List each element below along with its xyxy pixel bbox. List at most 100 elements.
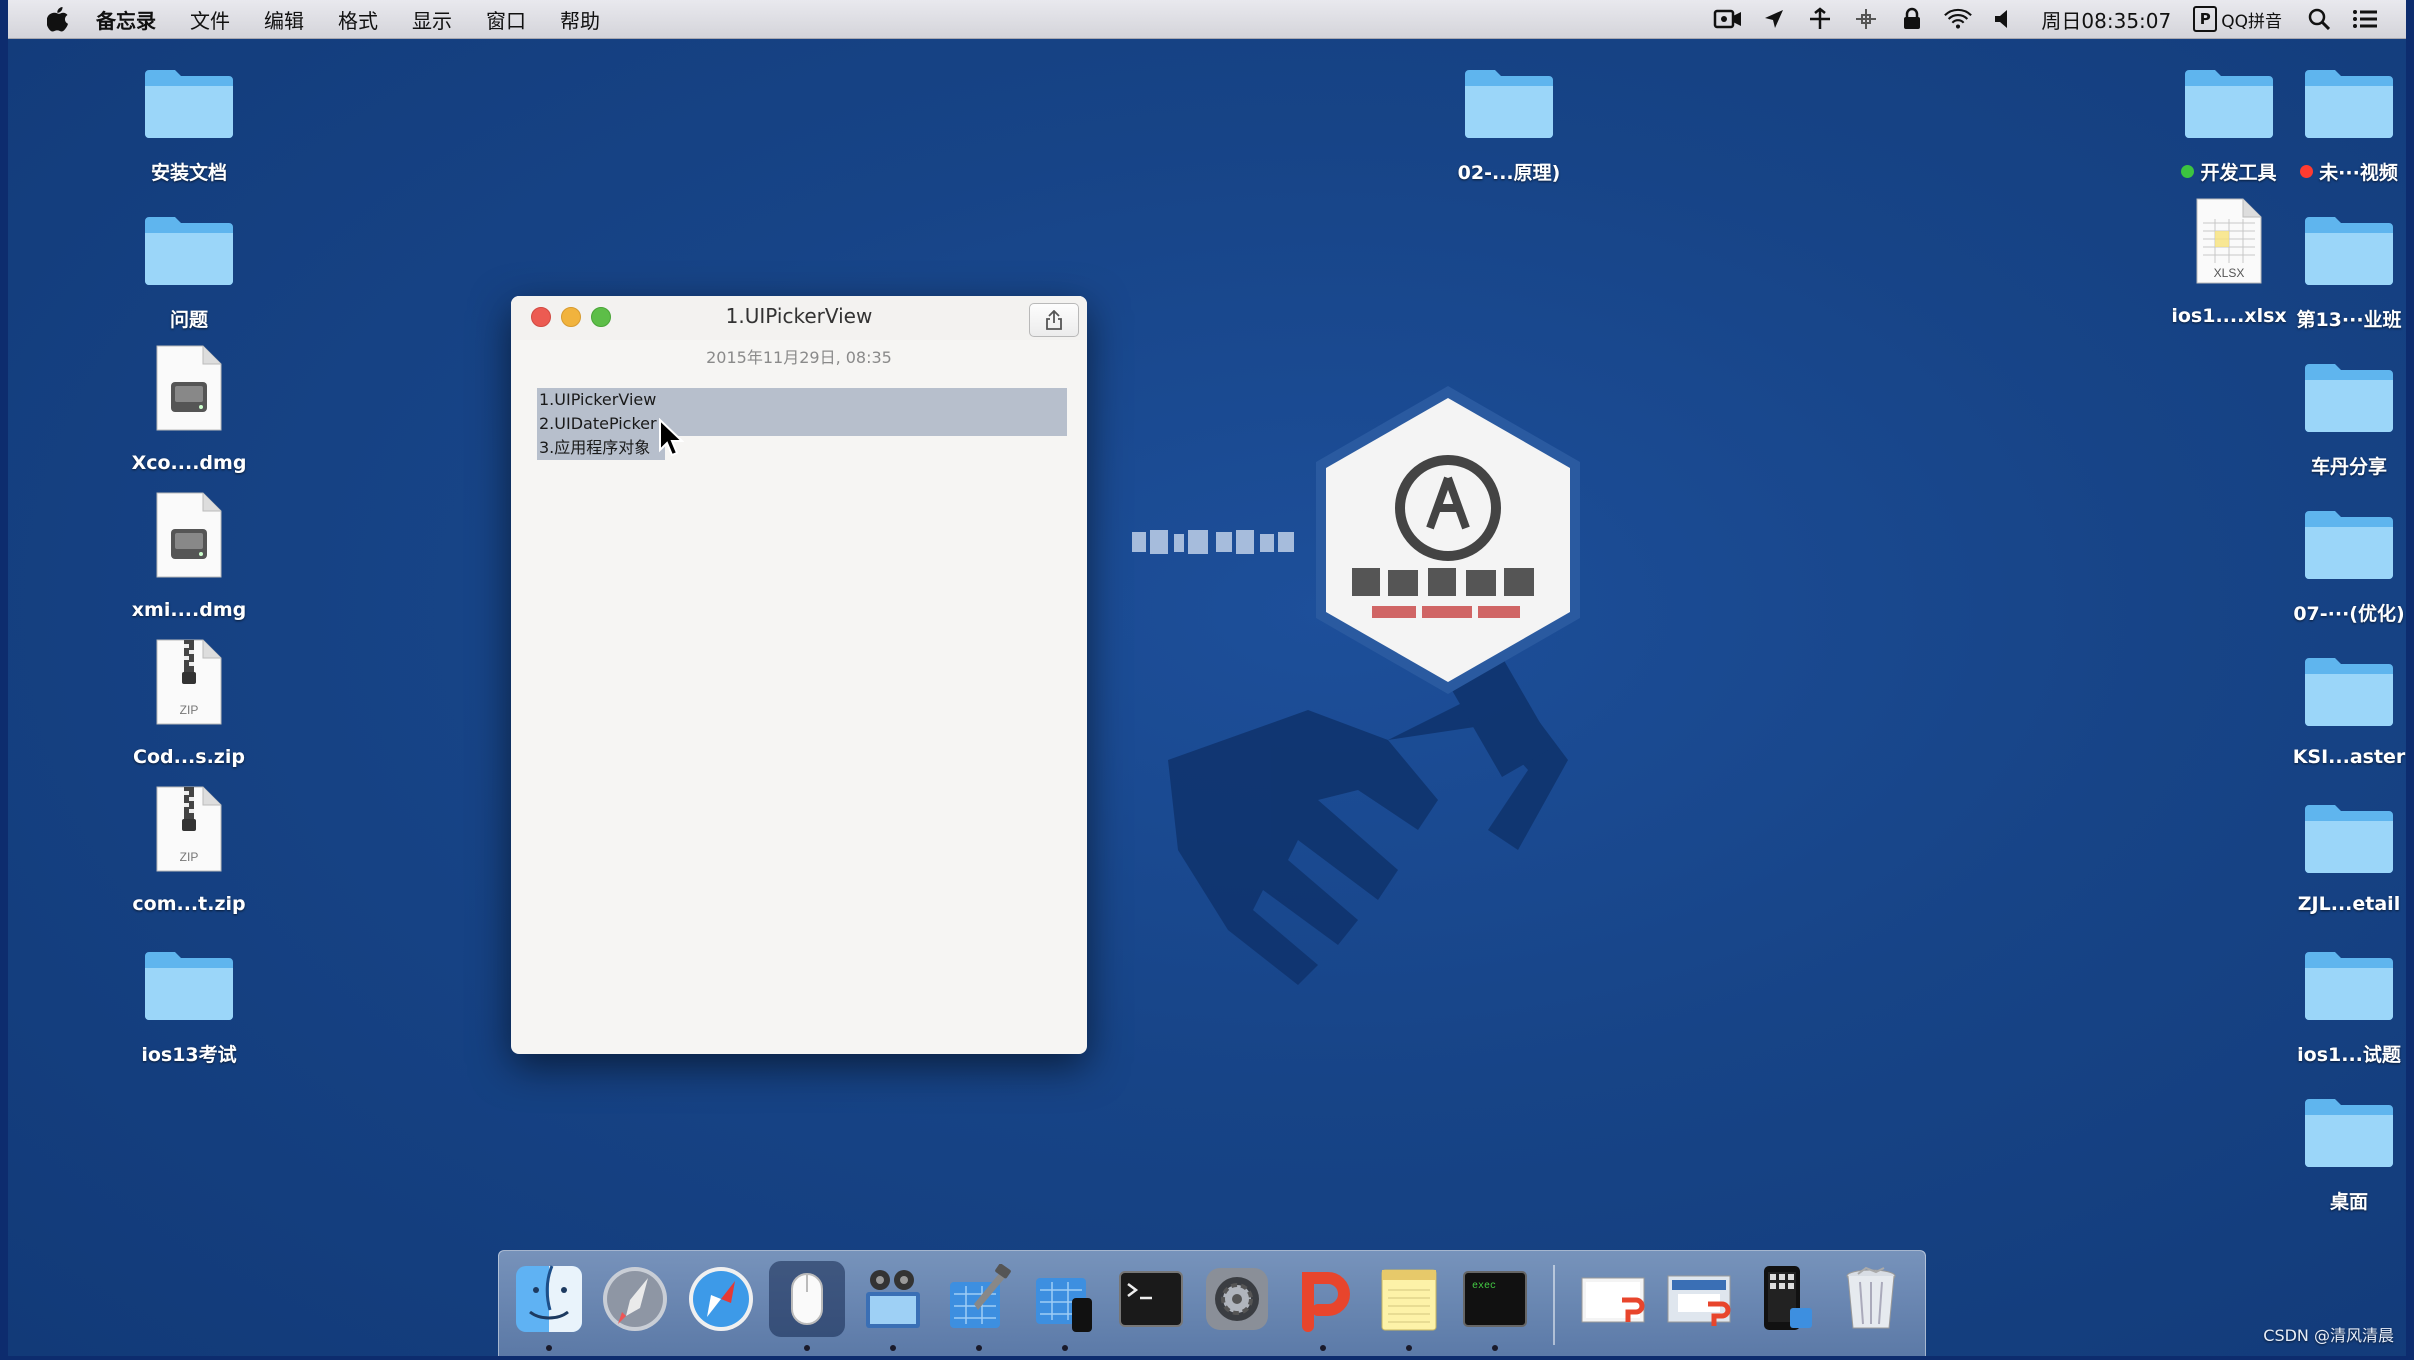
preview-document-icon[interactable] (1575, 1261, 1651, 1337)
menu-format[interactable]: 格式 (338, 5, 378, 34)
spotlight-search-icon[interactable] (2304, 6, 2334, 32)
desktop-folder[interactable]: 02-...原理) (1434, 56, 1584, 185)
notes-window[interactable]: 1.UIPickerView 2015年11月29日, 08:35 1.UIPi… (511, 296, 1087, 1054)
folder-icon (2305, 805, 2393, 873)
folder-icon (2305, 1099, 2393, 1167)
trash-icon[interactable] (1833, 1261, 1909, 1337)
safari-icon[interactable] (683, 1261, 759, 1337)
folder-icon (2305, 217, 2393, 285)
wps-presentation-icon[interactable] (1285, 1261, 1361, 1351)
green-tag-icon (2181, 165, 2195, 178)
desktop-folder[interactable]: ios13考试 (114, 938, 264, 1067)
note-line[interactable]: 2.UIDatePicker (537, 412, 1067, 436)
desktop-dmg-file[interactable]: xmi....dmg (114, 492, 264, 621)
screen-record-icon[interactable] (1713, 6, 1743, 32)
location-arrow-icon[interactable] (1759, 6, 1789, 32)
plus-cross-icon[interactable] (1805, 6, 1835, 32)
desktop-folder[interactable]: ZJL...etail (2274, 791, 2406, 915)
finder-icon[interactable] (511, 1261, 587, 1351)
desktop-item-label-row: 未···视频 (2300, 158, 2398, 185)
menu-view[interactable]: 显示 (412, 5, 452, 34)
input-method-letter: P (2193, 6, 2218, 32)
desktop-folder[interactable]: 问题 (114, 203, 264, 332)
input-method-label: QQ拼音 (2221, 11, 2282, 32)
desktop[interactable]: 备忘录 文件 编辑 格式 显示 窗口 帮助 周日08:35:07 P QQ拼音 … (8, 0, 2406, 1356)
desktop-dmg-file[interactable]: Xco....dmg (114, 345, 264, 474)
desktop-zip-file[interactable]: ZIP com...t.zip (114, 786, 264, 915)
desktop-folder[interactable]: ios1...试题 (2274, 938, 2406, 1067)
desktop-folder[interactable]: 第13···业班 (2274, 203, 2406, 332)
running-indicator (976, 1345, 982, 1351)
desktop-item-label: 未···视频 (2319, 162, 2398, 184)
simulator-device-icon[interactable] (1747, 1261, 1823, 1337)
folder-icon (2305, 952, 2393, 1020)
input-method[interactable]: P QQ拼音 (2193, 6, 2282, 32)
share-icon (1046, 310, 1062, 330)
desktop-item-label: xmi....dmg (131, 599, 247, 621)
mouse-app-icon[interactable] (769, 1261, 845, 1351)
desktop-folder[interactable]: 车丹分享 (2274, 350, 2406, 479)
move-cross-icon[interactable] (1851, 6, 1881, 32)
desktop-item-label: ZJL...etail (2297, 893, 2401, 915)
notes-icon[interactable] (1371, 1261, 1447, 1351)
clock[interactable]: 周日08:35:07 (2041, 5, 2171, 34)
xlsx-badge-text: XLSX (2214, 266, 2245, 280)
desktop-zip-file[interactable]: ZIP Cod...s.zip (114, 639, 264, 768)
desktop-item-label: 02-...原理) (1457, 162, 1561, 184)
zip-badge-text: ZIP (180, 703, 199, 717)
note-text-editor[interactable]: 1.UIPickerView 2.UIDatePicker 3.应用程序对象 (537, 388, 1067, 460)
menu-bar: 备忘录 文件 编辑 格式 显示 窗口 帮助 周日08:35:07 P QQ拼音 (8, 0, 2406, 39)
desktop-item-label-row: 开发工具 (2181, 158, 2277, 185)
running-indicator (804, 1345, 810, 1351)
desktop-folder[interactable]: 未···视频 (2274, 56, 2406, 185)
desktop-item-label: com...t.zip (132, 893, 246, 915)
running-indicator (1492, 1345, 1498, 1351)
desktop-item-label: 开发工具 (2200, 162, 2277, 184)
photo-booth-icon[interactable] (855, 1261, 931, 1351)
desktop-folder[interactable]: 07-···(优化) (2274, 497, 2406, 626)
menu-help[interactable]: 帮助 (560, 5, 600, 34)
running-indicator (890, 1345, 896, 1351)
menu-edit[interactable]: 编辑 (264, 5, 304, 34)
volume-icon[interactable] (1989, 6, 2019, 32)
desktop-item-label: Xco....dmg (131, 452, 247, 474)
wifi-icon[interactable] (1943, 6, 1973, 32)
running-indicator (1320, 1345, 1326, 1351)
folder-icon (1465, 70, 1553, 138)
notification-center-icon[interactable] (2350, 6, 2380, 32)
menu-window[interactable]: 窗口 (486, 5, 526, 34)
screen: 备忘录 文件 编辑 格式 显示 窗口 帮助 周日08:35:07 P QQ拼音 … (0, 0, 2414, 1360)
apple-menu-icon[interactable] (38, 6, 78, 32)
menu-file[interactable]: 文件 (190, 5, 230, 34)
screen-recorder-icon[interactable] (1661, 1261, 1737, 1337)
desktop-item-label: 安装文档 (150, 162, 227, 184)
running-indicator (546, 1345, 552, 1351)
watermark: CSDN @清风清晨 (2263, 1326, 2394, 1345)
note-line[interactable]: 1.UIPickerView (537, 388, 1067, 412)
desktop-item-label: ios13考试 (141, 1044, 237, 1066)
mouse-pointer-icon (659, 418, 684, 457)
note-line[interactable]: 3.应用程序对象 (537, 436, 1067, 460)
xcode-simulator-icon[interactable] (1027, 1261, 1103, 1351)
desktop-folder[interactable]: 安装文档 (114, 56, 264, 185)
lock-icon[interactable] (1897, 6, 1927, 32)
pixelated-text (1132, 530, 1294, 554)
running-indicator (1406, 1345, 1412, 1351)
xcode-icon[interactable] (941, 1261, 1017, 1351)
desktop-folder[interactable]: KSI...aster (2274, 644, 2406, 768)
zip-archive-icon: ZIP (156, 639, 222, 725)
system-preferences-icon[interactable] (1199, 1261, 1275, 1337)
hexagon-logo-badge (1316, 386, 1580, 694)
folder-icon (145, 217, 233, 285)
folder-icon (145, 952, 233, 1020)
desktop-item-label: 问题 (169, 309, 208, 331)
desktop-folder[interactable]: 桌面 (2274, 1085, 2406, 1214)
folder-icon (2305, 511, 2393, 579)
launchpad-icon[interactable] (597, 1261, 673, 1337)
share-button[interactable] (1029, 303, 1079, 337)
terminal-icon[interactable] (1113, 1261, 1189, 1337)
desktop-item-label: KSI...aster (2292, 746, 2406, 768)
window-titlebar[interactable]: 1.UIPickerView (511, 296, 1087, 340)
exec-icon[interactable]: exec (1457, 1261, 1533, 1351)
menu-app-name[interactable]: 备忘录 (96, 5, 156, 34)
